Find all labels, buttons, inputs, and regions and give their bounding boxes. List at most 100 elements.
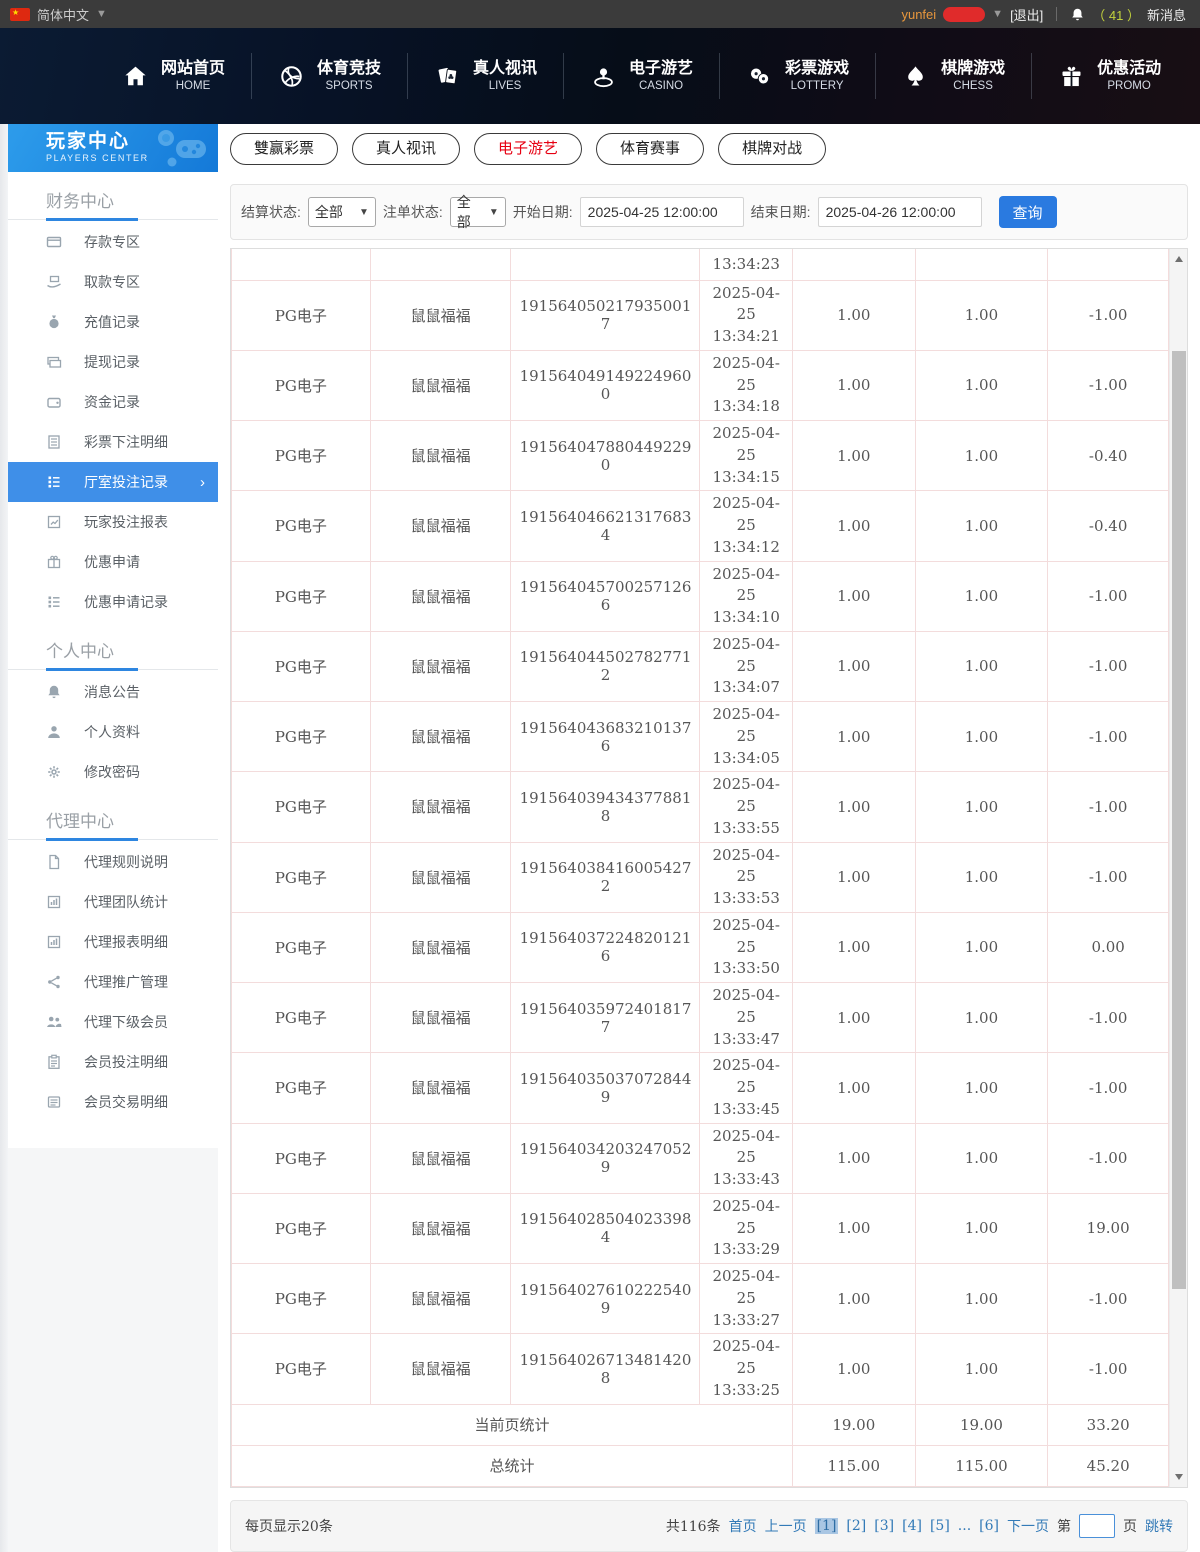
sidebar-item-0-4[interactable]: 资金记录 [8,382,218,422]
page-link-3[interactable]: [3] [874,1518,894,1534]
scrollbar-thumb[interactable] [1172,351,1186,1289]
table-cell [914,249,1049,281]
nav-label-zh: 网站首页 [161,59,226,77]
page-link-1[interactable]: [1] [814,1517,839,1534]
cell-order-no: 1915640491492249600 [510,349,701,422]
tab-4[interactable]: 棋牌对战 [718,133,827,165]
logout-button[interactable]: [退出] [1010,5,1043,24]
bar-chart-icon [46,894,62,910]
jump-suffix-label: 页 [1123,1518,1137,1535]
sidebar-item-0-2[interactable]: 充值记录 [8,302,218,342]
tab-3[interactable]: 体育赛事 [596,133,705,165]
table-scrollbar[interactable] [1169,249,1187,1487]
sidebar-item-label: 存款专区 [84,234,140,250]
page-link-4[interactable]: [4] [902,1518,922,1534]
sidebar-item-0-0[interactable]: 存款专区 [8,222,218,262]
sidebar-item-0-3[interactable]: 提现记录 [8,342,218,382]
language-selector[interactable]: 简体中文 [37,5,89,24]
jump-page-input[interactable] [1079,1513,1115,1538]
nav-label-zh: 体育竞技 [317,59,382,77]
settle-status-label: 结算状态: [241,204,301,220]
nav-item-lottery[interactable]: 彩票游戏 LOTTERY [720,53,877,99]
message-count[interactable]: （ 41 ） [1092,5,1140,24]
tab-0[interactable]: 雙赢彩票 [230,133,339,165]
cell-winloss: -1.00 [1047,1052,1169,1124]
bet-time: 13:34:05 [712,748,780,767]
sidebar-item-0-9[interactable]: 优惠申请记录 [8,582,218,622]
chevron-down-icon: ▼ [488,206,499,218]
cell-order-no: 1915640276102225409 [510,1262,701,1335]
gift-icon [1058,63,1085,90]
cell-winloss: -1.00 [1047,841,1169,913]
table-row-partial: 13:34:23 [231,249,1169,281]
end-date-input[interactable] [817,197,982,227]
sidebar-item-label: 充值记录 [84,314,140,330]
nav-item-lives[interactable]: 真人视讯 LIVES [408,53,565,99]
tab-2[interactable]: 电子游艺 [474,133,583,165]
cell-platform: PG电子 [231,1192,371,1265]
sidebar-item-2-3[interactable]: 代理推广管理 [8,962,218,1002]
start-date-input[interactable] [579,197,744,227]
search-button[interactable]: 查询 [998,196,1057,228]
sidebar-item-1-0[interactable]: 消息公告 [8,672,218,712]
bell-icon[interactable] [1070,7,1085,22]
sidebar-item-0-5[interactable]: 彩票下注明细 [8,422,218,462]
sidebar-item-0-1[interactable]: 取款专区 [8,262,218,302]
sports-ball-icon [278,63,305,90]
sidebar-item-2-5[interactable]: 会员投注明细 [8,1042,218,1082]
bet-date: 2025-04-25 [712,845,780,886]
settle-status-select[interactable]: 全部 ▼ [307,197,376,227]
username-text: yunfei [901,6,937,22]
table-row: PG电子 鼠鼠福福 1915640436832101376 2025-04-25 13:… [231,700,1169,773]
nav-item-promo[interactable]: 优惠活动 PROMO [1032,53,1187,99]
cell-winloss: 19.00 [1047,1192,1169,1265]
jump-button[interactable]: 跳转 [1145,1516,1173,1536]
chevron-down-icon[interactable]: ▼ [96,8,107,20]
cell-game: 鼠鼠福福 [369,700,512,773]
page-link-2[interactable]: [2] [846,1518,866,1534]
tab-1[interactable]: 真人视讯 [352,133,461,165]
sidebar-item-1-2[interactable]: 修改密码 [8,752,218,792]
cell-bet-amount: 1.00 [791,279,916,351]
sidebar-item-1-1[interactable]: 个人资料 [8,712,218,752]
cell-valid-amount: 1.00 [914,630,1049,703]
sidebar-item-0-6[interactable]: 厅室投注记录 › [8,462,218,502]
nav-item-sports[interactable]: 体育竞技 SPORTS [252,53,409,99]
chevron-down-icon[interactable]: ▼ [992,8,1003,20]
sidebar-item-0-8[interactable]: 优惠申请 [8,542,218,582]
cell-order-no: 1915640466213176834 [510,490,701,562]
cell-valid-amount: 1.00 [914,560,1049,632]
end-date-label: 结束日期: [750,204,811,220]
cell-valid-amount: 1.00 [914,1333,1049,1405]
page-link-5[interactable]: [5] [930,1518,950,1534]
nav-item-chess[interactable]: 棋牌游戏 CHESS [876,53,1033,99]
cell-datetime: 2025-04-25 13:33:47 [699,981,793,1054]
pager-first-link[interactable]: 首页 [729,1516,757,1536]
china-flag-icon: ★ [10,7,30,21]
page-icon [46,854,62,870]
new-messages-link[interactable]: 新消息 [1147,5,1186,24]
scrollbar-up-arrow[interactable] [1170,251,1188,267]
pager-prev-link[interactable]: 上一页 [765,1516,807,1536]
sidebar-item-2-1[interactable]: 代理团队统计 [8,882,218,922]
sidebar-item-2-2[interactable]: 代理报表明细 [8,922,218,962]
order-status-select[interactable]: 全部 ▼ [449,194,506,230]
sidebar-item-label: 提现记录 [84,354,140,370]
cell-game: 鼠鼠福福 [369,911,512,984]
nav-item-casino[interactable]: 电子游艺 CASINO [564,53,721,99]
bet-time: 13:33:55 [712,818,780,837]
table-row: PG电子 鼠鼠福福 1915640350370728449 2025-04-25 13:… [231,1052,1169,1124]
scrollbar-down-arrow[interactable] [1170,1469,1188,1485]
bet-time: 13:34:12 [712,537,780,556]
banknotes-icon [46,354,62,370]
sidebar-item-0-7[interactable]: 玩家投注报表 [8,502,218,542]
summary-row-total: 总统计 115.00 115.00 45.20 [231,1444,1169,1487]
sidebar-item-2-0[interactable]: 代理规则说明 [8,842,218,882]
sidebar-item-2-4[interactable]: 代理下级会员 [8,1002,218,1042]
cell-platform: PG电子 [231,841,371,913]
pager-next-link[interactable]: 下一页 [1007,1516,1049,1536]
nav-item-home[interactable]: 网站首页 HOME [96,53,253,99]
pagination-bar: 每页显示20条 共116条 首页 上一页 [1] [2] [3] [4] [5]... [6]… [230,1499,1188,1552]
sidebar-item-2-6[interactable]: 会员交易明细 [8,1082,218,1122]
page-link-6[interactable]: [6] [979,1518,999,1534]
